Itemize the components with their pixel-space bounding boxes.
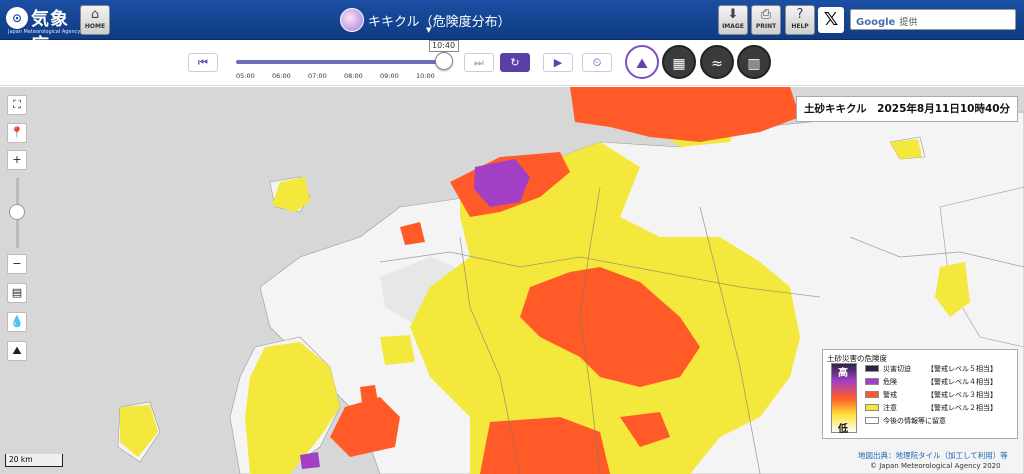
legend-item-name: 警戒 xyxy=(883,391,897,399)
image-label: IMAGE xyxy=(722,23,744,30)
copyright-text: © Japan Meteorological Agency 2020 xyxy=(870,462,1001,470)
image-button[interactable]: ⬇ IMAGE xyxy=(718,5,748,35)
jma-logo-english: Japan Meteorological Agency xyxy=(8,29,81,35)
jma-logo[interactable]: ⊙ 気象庁 Japan Meteorological Agency xyxy=(4,3,80,56)
time-tick-label: 07:00 xyxy=(308,72,327,80)
help-icon: ? xyxy=(796,7,804,22)
download-icon: ⬇ xyxy=(727,7,739,22)
printer-icon: ⎙ xyxy=(760,7,772,22)
time-toolbar: ⏮ 10:40 05:00 06:00 07:00 08:00 09:00 10:00 ⏭… xyxy=(0,40,1024,86)
kikikuru-landslide-icon[interactable]: ⛰ xyxy=(625,45,659,79)
jma-logo-icon: ⊙ xyxy=(6,7,28,29)
legend-high-label: 高 xyxy=(838,368,848,379)
home-button[interactable]: ⌂ HOME xyxy=(80,5,110,35)
search-placeholder: Google 提供 xyxy=(856,17,918,28)
time-slider-fill xyxy=(236,60,444,64)
legend-swatch xyxy=(865,417,879,424)
kikikuru-icon xyxy=(340,8,364,32)
legend-swatch xyxy=(865,378,879,385)
home-label: HOME xyxy=(84,23,106,30)
risk-legend: 土砂災害の危険度 高 低 災害切迫 【警戒レベル５相当】 危険 【警戒レベル４相当】警… xyxy=(822,349,1018,439)
time-tick-label: 06:00 xyxy=(272,72,291,80)
legend-item-level: 【警戒レベル４相当】 xyxy=(927,378,997,386)
help-label: HELP xyxy=(791,23,809,30)
reload-button[interactable]: ↻ xyxy=(500,53,530,72)
inundation-icon[interactable]: ≈ xyxy=(700,45,734,79)
speed-button[interactable]: ⏲ xyxy=(582,53,612,72)
time-slider[interactable] xyxy=(236,60,450,64)
legend-item-name: 今後の情報等に留意 xyxy=(883,417,946,425)
fullscreen-button[interactable]: ⛶ xyxy=(7,95,27,115)
first-frame-button[interactable]: ⏮ xyxy=(188,53,218,72)
zoom-out-button[interactable]: − xyxy=(7,254,27,274)
print-button[interactable]: ⎙ PRINT xyxy=(751,5,781,35)
home-icon: ⌂ xyxy=(90,7,100,22)
legend-low-label: 低 xyxy=(838,424,848,435)
chevron-down-icon: ▼ xyxy=(426,26,432,34)
terrain-layer-button[interactable]: ⛰ xyxy=(7,341,27,361)
legend-swatch xyxy=(865,404,879,411)
zoom-slider-handle[interactable] xyxy=(9,204,25,220)
x-share-icon[interactable]: 𝕏 xyxy=(818,7,844,33)
current-time-label: 10:40 xyxy=(428,40,459,52)
header-bar: ⊙ 気象庁 Japan Meteorological Agency ⌂ HOME… xyxy=(0,0,1024,56)
play-button[interactable]: ▶ xyxy=(543,53,573,72)
map-icon[interactable]: ▥ xyxy=(737,45,771,79)
legend-item-name: 災害切迫 xyxy=(883,365,911,373)
time-tick-label: 10:00 xyxy=(416,72,435,80)
legend-item-name: 注意 xyxy=(883,404,897,412)
search-input[interactable]: Google 提供 xyxy=(850,9,1016,30)
legend-item-level: 【警戒レベル３相当】 xyxy=(927,391,997,399)
time-tick-label: 08:00 xyxy=(344,72,363,80)
print-label: PRINT xyxy=(755,23,777,30)
help-button[interactable]: ? HELP xyxy=(785,5,815,35)
page-title: キキクル（危険度分布） xyxy=(368,15,511,30)
legend-item-level: 【警戒レベル２相当】 xyxy=(927,404,997,412)
map-title: 土砂キキクル 2025年8月11日10時40分 xyxy=(796,96,1018,122)
legend-swatch xyxy=(865,391,879,398)
legend-item-level: 【警戒レベル５相当】 xyxy=(927,365,997,373)
legend-swatch xyxy=(865,365,879,372)
location-button[interactable]: 📍 xyxy=(7,123,27,143)
zoom-in-button[interactable]: + xyxy=(7,150,27,170)
flood-icon[interactable]: ▦ xyxy=(662,45,696,79)
scale-bar: 20 km xyxy=(5,454,63,467)
legend-item-name: 危険 xyxy=(883,378,897,386)
time-slider-handle[interactable] xyxy=(434,52,453,70)
map-attribution-link[interactable]: 地図出典：地理院タイル（加工して利用）等 xyxy=(858,450,1008,461)
last-frame-button[interactable]: ⏭ xyxy=(464,53,494,72)
layers-button[interactable]: ▤ xyxy=(7,283,27,303)
time-tick-label: 05:00 xyxy=(236,72,255,80)
water-layer-button[interactable]: 💧 xyxy=(7,312,27,332)
time-tick-label: 09:00 xyxy=(380,72,399,80)
